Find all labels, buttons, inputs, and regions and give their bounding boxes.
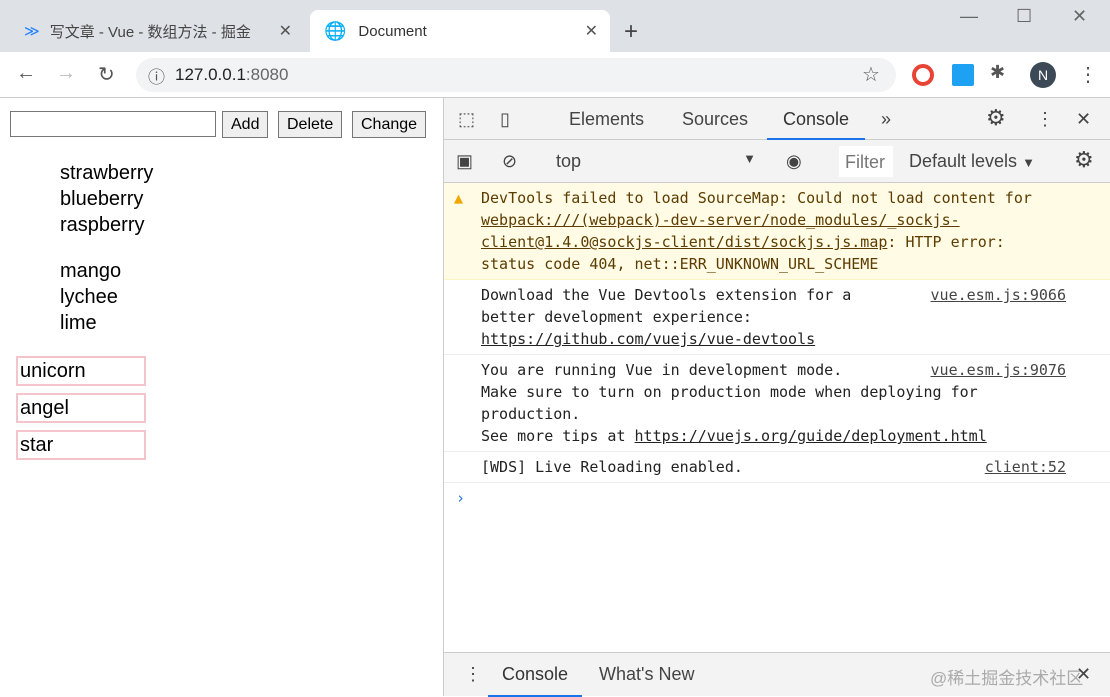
log-levels-dropdown[interactable]: Default levels ▼ [909, 151, 1035, 172]
fruit-list-2: mango lychee lime [60, 258, 121, 336]
console-message: vue.esm.js:9066 Download the Vue Devtools… [444, 280, 1110, 355]
profile-avatar[interactable]: N [1030, 62, 1056, 88]
tab-document[interactable]: 🌐 Document ✕ [310, 10, 610, 52]
clear-console-icon[interactable]: ⊘ [502, 151, 517, 172]
msg-text: Download the Vue Devtools extension for … [481, 286, 852, 326]
list-item: strawberry [60, 162, 154, 184]
settings-icon[interactable]: ⚙ [986, 105, 1006, 131]
extensions-puzzle-icon[interactable]: ✱ [990, 62, 1005, 83]
extension-icon[interactable] [952, 64, 974, 86]
dropdown-arrow-icon: ▼ [743, 151, 756, 166]
page-content: Add Delete Change strawberry blueberry r… [0, 98, 443, 696]
back-icon[interactable]: ← [16, 62, 36, 85]
tab-strip: ≫ 写文章 - Vue - 数组方法 - 掘金 ✕ 🌐 Document ✕ + — ☐… [0, 0, 1110, 52]
list-item: mango [60, 260, 122, 282]
add-button[interactable]: Add [222, 111, 269, 138]
warning-icon: ▲ [454, 189, 464, 207]
change-button[interactable]: Change [352, 111, 427, 138]
juejin-icon: ≫ [24, 23, 40, 40]
chrome-extension-icon[interactable] [912, 64, 934, 86]
forward-icon[interactable]: → [56, 62, 76, 85]
drawer-menu-icon[interactable]: ⋮ [464, 664, 482, 685]
close-devtools-icon[interactable]: ✕ [1076, 109, 1091, 130]
msg-text: [WDS] Live Reloading enabled. [481, 458, 743, 476]
drawer-tab-console[interactable]: Console [488, 653, 583, 697]
prompt-chevron-icon: › [456, 489, 466, 507]
console-warning: ▲ DevTools failed to load SourceMap: Coul… [444, 183, 1110, 280]
context-select[interactable]: top ▼ [556, 151, 756, 172]
console-prompt[interactable]: › [444, 483, 1110, 513]
item-box: unicorn [16, 356, 146, 386]
more-tabs-icon[interactable]: » [881, 109, 891, 130]
more-options-icon[interactable]: ⋮ [1036, 109, 1054, 130]
menu-icon[interactable]: ⋮ [1078, 62, 1098, 87]
url-port: :8080 [245, 65, 289, 84]
list-item: blueberry [60, 188, 144, 210]
close-window-icon[interactable]: ✕ [1072, 6, 1087, 27]
context-value: top [556, 151, 582, 171]
live-expression-eye-icon[interactable]: ◉ [786, 151, 802, 172]
delete-button[interactable]: Delete [278, 111, 343, 138]
console-message: vue.esm.js:9076 You are running Vue in de… [444, 355, 1110, 452]
fruit-list-1: strawberry blueberry raspberry [60, 160, 153, 238]
source-link[interactable]: vue.esm.js:9066 [931, 284, 1066, 306]
inspect-element-icon[interactable]: ⬚ [458, 109, 475, 130]
bookmark-star-icon[interactable]: ☆ [862, 62, 880, 87]
drawer-tabbar: ⋮ Console What's New @稀土掘金技术社区 ✕ [444, 652, 1110, 697]
info-icon: ⓘ [148, 67, 165, 87]
new-tab-icon[interactable]: + [624, 18, 638, 46]
device-toolbar-icon[interactable]: ▯ [500, 109, 510, 130]
close-drawer-icon[interactable]: ✕ [1076, 664, 1091, 685]
sidebar-toggle-icon[interactable]: ▣ [456, 151, 473, 172]
maximize-icon[interactable]: ☐ [1016, 6, 1032, 27]
list-item: lychee [60, 286, 118, 308]
msg-text: DevTools failed to load SourceMap: Could… [481, 189, 1041, 207]
source-link[interactable]: client:52 [985, 456, 1066, 478]
browser-toolbar: ← → ↻ ⓘ 127.0.0.1:8080 ☆ ✱ N ⋮ [0, 52, 1110, 98]
url-host: 127.0.0.1 [175, 65, 246, 84]
devtools-link[interactable]: https://github.com/vuejs/vue-devtools [481, 330, 815, 348]
item-box: star [16, 430, 146, 460]
levels-label: Default levels [909, 151, 1018, 171]
close-tab-icon[interactable]: ✕ [279, 21, 292, 41]
tab-sources[interactable]: Sources [682, 109, 748, 130]
item-box: angel [16, 393, 146, 423]
drawer-tab-whats-new[interactable]: What's New [599, 664, 694, 685]
console-settings-icon[interactable]: ⚙ [1074, 147, 1094, 173]
dropdown-arrow-icon: ▼ [1022, 155, 1035, 170]
devtools-panel: ⬚ ▯ Elements Sources Console » ⚙ ⋮ ✕ ▣ ⊘… [443, 98, 1110, 697]
console-toolbar: ▣ ⊘ top ▼ ◉ Filter Default levels ▼ ⚙ [444, 140, 1110, 183]
console-message: client:52 [WDS] Live Reloading enabled. [444, 452, 1110, 483]
tab-juejin[interactable]: ≫ 写文章 - Vue - 数组方法 - 掘金 ✕ [14, 10, 304, 52]
list-item: raspberry [60, 214, 145, 236]
devtools-tabbar: ⬚ ▯ Elements Sources Console » ⚙ ⋮ ✕ [444, 98, 1110, 140]
list-item: lime [60, 312, 97, 334]
globe-icon: 🌐 [324, 20, 347, 41]
deployment-link[interactable]: https://vuejs.org/guide/deployment.html [635, 427, 987, 445]
reload-icon[interactable]: ↻ [98, 62, 115, 87]
fruit-input[interactable] [10, 111, 216, 137]
source-link[interactable]: vue.esm.js:9076 [931, 359, 1066, 381]
tab-elements[interactable]: Elements [569, 109, 644, 130]
filter-input[interactable]: Filter [839, 146, 893, 177]
tab-title: 写文章 - Vue - 数组方法 - 掘金 [49, 23, 251, 41]
tab-title: Document [358, 22, 427, 40]
address-bar[interactable]: ⓘ 127.0.0.1:8080 [136, 58, 896, 92]
tab-console[interactable]: Console [767, 98, 866, 140]
close-tab-icon[interactable]: ✕ [585, 21, 598, 41]
minimize-icon[interactable]: — [960, 6, 978, 27]
watermark: @稀土掘金技术社区 [930, 669, 1084, 688]
